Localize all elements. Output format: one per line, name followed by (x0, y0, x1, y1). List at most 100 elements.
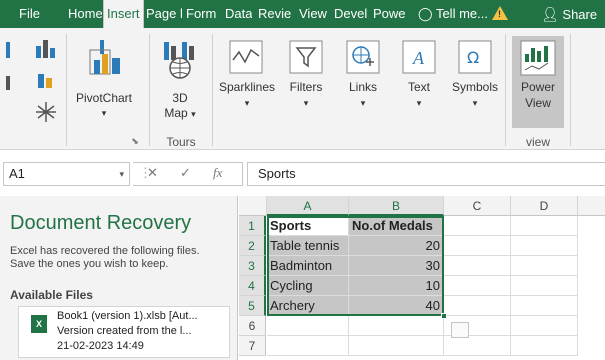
cell-b6[interactable] (349, 316, 444, 336)
recovered-file-item[interactable]: X Book1 (version 1).xlsb [Aut... Version… (18, 306, 230, 358)
recovery-desc-line-1: Excel has recovered the following files. (10, 245, 200, 257)
ribbon-separator (212, 34, 213, 146)
quick-analysis-icon[interactable] (451, 322, 469, 338)
cell-d1[interactable] (511, 216, 578, 236)
cell-c1[interactable] (444, 216, 511, 236)
filters-dropdown-icon[interactable]: ▾ (298, 96, 314, 111)
fill-handle[interactable] (441, 313, 447, 319)
text-dropdown-icon[interactable]: ▾ (411, 96, 427, 111)
power-view-icon (520, 40, 556, 76)
cell-a5[interactable]: Archery (267, 296, 349, 316)
cell-c2[interactable] (444, 236, 511, 256)
cell-b2[interactable]: 20 (349, 236, 444, 256)
ribbon-separator (66, 34, 67, 146)
column-header-c[interactable]: C (444, 196, 511, 216)
cell-d6[interactable] (511, 316, 578, 336)
row-header-7[interactable]: 7 (239, 336, 266, 356)
row-header-1[interactable]: 1 (239, 216, 266, 236)
tab-power[interactable]: Powe (373, 0, 407, 28)
ribbon-tab-bar: File Home Insert Page l Form Data Revie … (0, 0, 605, 28)
share-label: Share (562, 7, 598, 22)
cell-b4[interactable]: 10 (349, 276, 444, 296)
sparklines-button[interactable]: Sparklines (216, 80, 278, 95)
filters-button[interactable]: Filters (282, 80, 330, 95)
recovery-title: Document Recovery (10, 212, 192, 234)
globe-map-icon (164, 42, 194, 79)
cell-a1[interactable]: Sports (267, 216, 349, 236)
links-dropdown-icon[interactable]: ▾ (355, 96, 371, 111)
cell-b5[interactable]: 40 (349, 296, 444, 316)
lightbulb-icon: ◯ (418, 6, 433, 21)
cell-b7[interactable] (349, 336, 444, 356)
tab-review[interactable]: Revie (258, 0, 293, 28)
tab-file[interactable]: File (19, 0, 40, 28)
cell-c4[interactable] (444, 276, 511, 296)
row-header-2[interactable]: 2 (239, 236, 266, 256)
tab-developer[interactable]: Devel (334, 0, 368, 28)
links-button[interactable]: Links (340, 80, 386, 95)
3d-map-dropdown-icon: ▾ (191, 109, 196, 119)
cell-c3[interactable] (444, 256, 511, 276)
tell-me-label: Tell me... (435, 6, 488, 21)
tab-formulas[interactable]: Form (186, 0, 220, 28)
cell-a3[interactable]: Badminton (267, 256, 349, 276)
cell-d2[interactable] (511, 236, 578, 256)
sparklines-dropdown-icon[interactable]: ▾ (239, 96, 255, 111)
recovery-description: Excel has recovered the following files.… (10, 245, 230, 271)
formula-bar: A1 ▾ ⋮ ✕ ✓ fx Sports (0, 150, 605, 196)
row-header-6[interactable]: 6 (239, 316, 266, 336)
tab-insert[interactable]: Insert (103, 0, 144, 28)
formula-input[interactable]: Sports (247, 162, 605, 186)
svg-text:A: A (412, 48, 425, 68)
cell-d7[interactable] (511, 336, 578, 356)
cell-a4[interactable]: Cycling (267, 276, 349, 296)
3d-map-label-1[interactable]: 3D (158, 91, 202, 106)
insert-function-icon[interactable]: fx (213, 165, 222, 181)
column-header-a[interactable]: A (267, 196, 349, 216)
row-header-5[interactable]: 5 (239, 296, 266, 316)
tab-view[interactable]: View (299, 0, 327, 28)
cancel-icon[interactable]: ✕ (147, 165, 158, 181)
tab-page-layout[interactable]: Page l (146, 0, 182, 28)
available-files-heading: Available Files (10, 288, 93, 302)
cell-a7[interactable] (267, 336, 349, 356)
select-all-corner[interactable] (239, 196, 267, 216)
share-button[interactable]: 👤︎ Share (541, 0, 597, 28)
text-button[interactable]: Text (398, 80, 440, 95)
recovery-desc-line-2: Save the ones you wish to keep. (10, 258, 169, 270)
pivotchart-icon (89, 40, 120, 75)
cell-a6[interactable] (267, 316, 349, 336)
tell-me-box[interactable]: ◯ Tell me... (418, 0, 488, 28)
cell-d3[interactable] (511, 256, 578, 276)
tab-home[interactable]: Home (68, 0, 102, 28)
tab-data[interactable]: Data (225, 0, 252, 28)
enter-icon[interactable]: ✓ (180, 165, 191, 181)
cell-a2[interactable]: Table tennis (267, 236, 349, 256)
view-group-label: view (525, 135, 550, 149)
pivotchart-dropdown-icon[interactable]: ▾ (96, 106, 112, 121)
document-recovery-pane: Document Recovery Excel has recovered th… (0, 196, 238, 360)
chevron-down-icon[interactable]: ▾ (119, 163, 124, 185)
column-header-d[interactable]: D (511, 196, 578, 216)
svg-text:Ω: Ω (467, 48, 479, 67)
cell-c5[interactable] (444, 296, 511, 316)
cell-c7[interactable] (444, 336, 511, 356)
power-view-label-1: Power (520, 80, 555, 94)
name-box[interactable]: A1 ▾ (3, 162, 130, 186)
chart-icons-group[interactable] (6, 38, 66, 128)
row-header-3[interactable]: 3 (239, 256, 266, 276)
symbols-dropdown-icon[interactable]: ▾ (467, 96, 483, 111)
3d-map-button[interactable]: Map ▾ (158, 106, 202, 122)
symbols-button[interactable]: Symbols (448, 80, 502, 95)
column-header-e[interactable] (578, 196, 605, 216)
cell-b3[interactable]: 30 (349, 256, 444, 276)
cell-d4[interactable] (511, 276, 578, 296)
cell-b1[interactable]: No.of Medals (349, 216, 444, 236)
pivotchart-button[interactable]: PivotChart (72, 91, 136, 106)
column-header-b[interactable]: B (349, 196, 444, 216)
row-header-4[interactable]: 4 (239, 276, 266, 296)
recovered-file-date: 21-02-2023 14:49 (57, 340, 144, 352)
cell-d5[interactable] (511, 296, 578, 316)
sparklines-icon (229, 40, 263, 74)
dialog-launcher-icon[interactable]: ⬊ (129, 134, 141, 149)
